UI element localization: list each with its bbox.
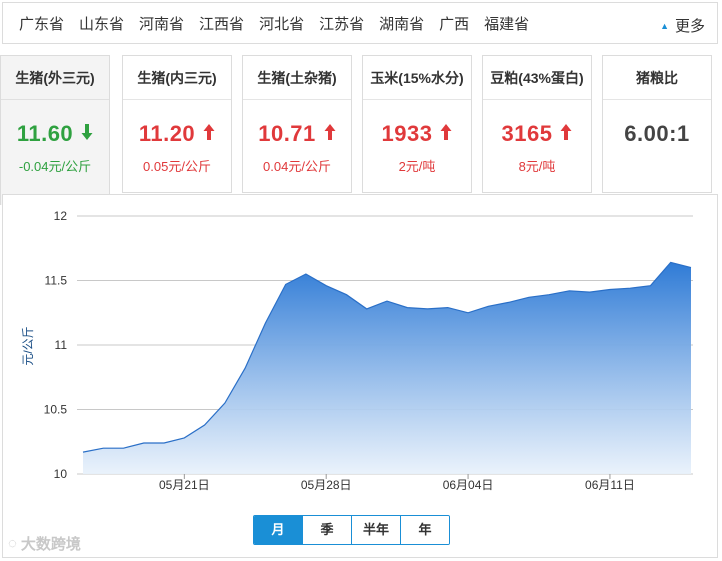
card-value: 3165 [501, 121, 553, 146]
y-tick-label: 11 [55, 338, 68, 352]
province-item-henan[interactable]: 河南省 [139, 13, 184, 34]
card-value-row: 10.71 [243, 120, 351, 148]
x-tick-label: 06月04日 [443, 478, 494, 492]
area-series [82, 261, 692, 474]
arrow-down-icon [73, 123, 93, 146]
range-button-month[interactable]: 月 [254, 516, 303, 544]
price-card-corn[interactable]: 玉米(15%水分) 1933 2元/吨 [362, 55, 472, 193]
range-selector: 月 季 半年 年 [253, 515, 450, 545]
watermark-text: 大数跨境 [20, 536, 81, 553]
y-tick-label: 11.5 [45, 274, 68, 288]
x-tick-label: 05月28日 [301, 478, 352, 492]
card-value: 6.00:1 [624, 121, 690, 146]
card-value: 10.71 [258, 121, 316, 146]
card-value: 11.60 [16, 121, 74, 146]
range-button-year[interactable]: 年 [401, 516, 449, 544]
card-change: 2元/吨 [398, 159, 436, 174]
province-bar: 广东省 山东省 河南省 江西省 河北省 江苏省 湖南省 广西 福建省 ▲ 更多 [2, 2, 718, 44]
price-card-soymeal[interactable]: 豆粕(43%蛋白) 3165 8元/吨 [482, 55, 592, 193]
price-cards: 生猪(外三元) 11.60 -0.04元/公斤 生猪(内三元) 11.20 0.… [0, 55, 722, 205]
arrow-up-icon [552, 123, 572, 146]
price-card-pig-grain-ratio[interactable]: 猪粮比 6.00:1 [602, 55, 712, 193]
more-link[interactable]: ▲ 更多 [660, 15, 705, 36]
card-title: 玉米(15%水分) [363, 56, 471, 100]
y-axis-ticks: 10 10.5 11 11.5 12 [44, 209, 68, 481]
price-card-pig-outer[interactable]: 生猪(外三元) 11.60 -0.04元/公斤 [0, 55, 110, 205]
area-fill [83, 262, 691, 474]
province-item-hebei[interactable]: 河北省 [259, 13, 304, 34]
card-value: 11.20 [138, 121, 196, 146]
price-card-pig-inner[interactable]: 生猪(内三元) 11.20 0.05元/公斤 [122, 55, 232, 193]
card-value-row: 3165 [483, 120, 591, 148]
arrow-up-icon [432, 123, 452, 146]
card-value-row: 1933 [363, 120, 471, 148]
province-item-fujian[interactable]: 福建省 [484, 13, 529, 34]
card-value-row: 6.00:1 [603, 120, 711, 148]
arrow-up-icon [195, 123, 215, 146]
card-value: 1933 [381, 121, 433, 146]
card-value-row: 11.60 [1, 120, 109, 148]
y-tick-label: 10.5 [44, 403, 68, 417]
card-value-row: 11.20 [123, 120, 231, 148]
province-item-guangdong[interactable]: 广东省 [19, 13, 64, 34]
x-tick-label: 06月11日 [585, 478, 635, 492]
province-item-shandong[interactable]: 山东省 [79, 13, 124, 34]
watermark: ◌ 大数跨境 [8, 533, 81, 554]
card-title: 生猪(外三元) [1, 56, 109, 100]
x-tick-label: 05月21日 [159, 478, 210, 492]
price-card-pig-local[interactable]: 生猪(土杂猪) 10.71 0.04元/公斤 [242, 55, 352, 193]
y-tick-label: 12 [54, 209, 68, 223]
province-item-jiangsu[interactable]: 江苏省 [319, 13, 364, 34]
card-change: -0.04元/公斤 [18, 159, 92, 174]
card-change: 8元/吨 [518, 159, 556, 174]
price-chart: 1010.51111.512 05月21日 05月28日 06月04日 06月11日 … [21, 209, 693, 492]
card-title: 生猪(土杂猪) [243, 56, 351, 100]
triangle-up-icon: ▲ [660, 20, 669, 31]
card-change: 0.05元/公斤 [143, 159, 211, 174]
x-axis-ticks: 05月21日 05月28日 06月04日 06月11日 [159, 474, 635, 492]
card-change: 0.04元/公斤 [263, 159, 331, 174]
camera-icon: ◌ [8, 535, 17, 552]
card-title: 豆粕(43%蛋白) [483, 56, 591, 100]
y-axis-label: 元/公斤 [21, 326, 35, 365]
card-title: 猪粮比 [603, 56, 711, 100]
chart-panel: 10 10.5 11 11.5 12 05月21日 05月28日 06月04日 06月11日 … [2, 194, 718, 558]
arrow-up-icon [316, 123, 336, 146]
province-item-guangxi[interactable]: 广西 [439, 13, 469, 34]
range-button-quarter[interactable]: 季 [303, 516, 352, 544]
card-title: 生猪(内三元) [123, 56, 231, 100]
range-button-half-year[interactable]: 半年 [352, 516, 401, 544]
y-tick-label: 10 [54, 467, 68, 481]
province-item-hunan[interactable]: 湖南省 [379, 13, 424, 34]
province-item-jiangxi[interactable]: 江西省 [199, 13, 244, 34]
more-label: 更多 [674, 18, 705, 35]
